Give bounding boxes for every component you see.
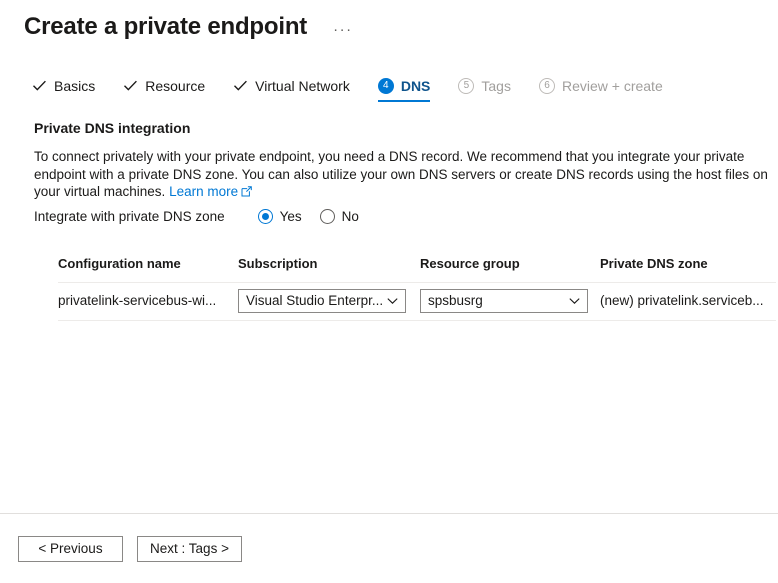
chevron-down-icon — [385, 297, 405, 305]
page-header: Create a private endpoint ··· — [0, 0, 778, 42]
column-header-subscription: Subscription — [238, 255, 318, 271]
integrate-dns-radio-group: Yes No — [257, 207, 377, 227]
check-icon — [32, 78, 47, 93]
learn-more-link[interactable]: Learn more — [169, 184, 252, 199]
section-description: To connect privately with your private e… — [34, 148, 768, 202]
check-icon — [123, 78, 138, 93]
section-title: Private DNS integration — [34, 120, 191, 136]
table-header-row: Configuration name Subscription Resource… — [58, 252, 776, 276]
external-link-icon — [241, 184, 252, 202]
table-row: privatelink-servicebus-wi... Visual Stud… — [58, 281, 776, 321]
configuration-name-value: privatelink-servicebus-wi... — [58, 293, 217, 308]
integrate-dns-row: Integrate with private DNS zone Yes No — [34, 206, 768, 228]
step-number-badge: 6 — [538, 78, 555, 94]
dns-configuration-table: Configuration name Subscription Resource… — [58, 252, 776, 321]
tab-tags[interactable]: 5 Tags — [458, 76, 511, 102]
main-content: Private DNS integration To connect priva… — [0, 118, 778, 321]
subscription-value: Visual Studio Enterpr... — [246, 293, 384, 308]
page-title: Create a private endpoint — [24, 13, 308, 40]
radio-label-yes: Yes — [279, 208, 302, 224]
tab-label: Tags — [481, 78, 511, 94]
tab-resource[interactable]: Resource — [123, 76, 205, 102]
tab-label: Basics — [54, 78, 96, 94]
check-icon — [233, 78, 248, 93]
cell-private-dns-zone: (new) privatelink.serviceb... — [600, 291, 776, 311]
tab-label: Review + create — [561, 78, 663, 94]
cell-configuration-name: privatelink-servicebus-wi... — [58, 291, 238, 311]
active-tab-underline — [377, 100, 431, 102]
radio-unselected-icon[interactable] — [319, 209, 335, 224]
cell-resource-group: spsbusrg — [420, 289, 600, 313]
radio-label-no: No — [341, 208, 359, 224]
next-button[interactable]: Next : Tags > — [137, 535, 242, 562]
description-text: To connect privately with your private e… — [34, 149, 768, 199]
radio-option-no[interactable]: No — [319, 207, 359, 227]
tab-basics[interactable]: Basics — [32, 76, 95, 102]
footer-bar: < Previous Next : Tags > — [0, 514, 778, 583]
step-number-badge: 4 — [377, 78, 394, 94]
subscription-dropdown[interactable]: Visual Studio Enterpr... — [238, 289, 406, 313]
tab-label: Virtual Network — [255, 78, 350, 94]
learn-more-label: Learn more — [169, 184, 239, 199]
column-header-private-dns-zone: Private DNS zone — [600, 255, 708, 271]
radio-option-yes[interactable]: Yes — [257, 207, 302, 227]
resource-group-dropdown[interactable]: spsbusrg — [420, 289, 588, 313]
tab-dns[interactable]: 4 DNS — [377, 76, 431, 102]
chevron-down-icon — [567, 297, 587, 305]
step-number-badge: 5 — [458, 78, 475, 94]
previous-button[interactable]: < Previous — [18, 535, 123, 562]
column-header-configuration-name: Configuration name — [58, 255, 181, 271]
radio-selected-icon[interactable] — [257, 209, 273, 224]
tab-virtual-network[interactable]: Virtual Network — [233, 76, 350, 102]
column-header-resource-group: Resource group — [420, 255, 520, 271]
tab-label: DNS — [400, 78, 431, 94]
private-dns-zone-value: (new) privatelink.serviceb... — [600, 293, 764, 308]
resource-group-value: spsbusrg — [428, 293, 483, 308]
cell-subscription: Visual Studio Enterpr... — [238, 289, 420, 313]
wizard-tab-list: Basics Resource Virtual Network 4 DNS 5 … — [0, 72, 778, 102]
more-options-icon[interactable]: ··· — [333, 22, 353, 37]
tab-label: Resource — [145, 78, 206, 94]
tab-review-create[interactable]: 6 Review + create — [538, 76, 663, 102]
integrate-dns-label: Integrate with private DNS zone — [34, 208, 225, 224]
